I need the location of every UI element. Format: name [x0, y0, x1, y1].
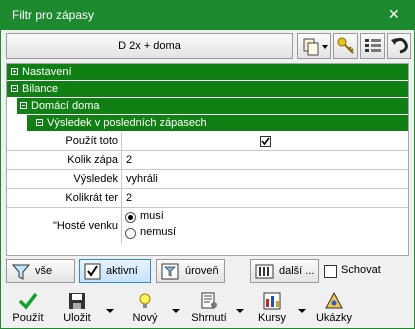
row-name: "Hosté venku: [7, 208, 122, 244]
checkmark-icon: [18, 292, 38, 310]
use-checkbox[interactable]: [260, 136, 271, 147]
save-icon: [69, 293, 85, 309]
radio-musi-label[interactable]: musí: [140, 210, 164, 222]
window-content: D 2x + doma Nastavení Bilance Domácí dom…: [1, 30, 414, 328]
new-label: Nový: [132, 312, 158, 324]
group-label: Výsledek v posledních zápasech: [47, 117, 207, 129]
list-icon: [365, 39, 381, 52]
use-label: Použít: [12, 312, 44, 324]
more-label: další ...: [279, 265, 315, 277]
radio-nemusi[interactable]: [125, 228, 136, 239]
undo-button[interactable]: [387, 33, 411, 59]
columns-icon: [255, 264, 274, 279]
checkmark-icon: [261, 137, 270, 146]
row-kolik-zapasu[interactable]: Kolik zápa 2: [7, 151, 408, 170]
all-button[interactable]: vše: [6, 259, 75, 283]
summary-button[interactable]: Shrnutí: [184, 288, 234, 328]
use-button[interactable]: Použít: [8, 288, 48, 328]
row-value[interactable]: 2: [126, 189, 132, 207]
filter-toolbar: D 2x + doma: [6, 33, 411, 61]
active-button[interactable]: aktivní: [79, 259, 151, 283]
close-icon[interactable]: ✕: [388, 7, 400, 23]
new-dropdown-icon[interactable]: [172, 309, 180, 313]
samples-button[interactable]: Ukázky: [311, 288, 357, 328]
more-button[interactable]: další ...: [250, 259, 319, 283]
checkbox-icon: [84, 263, 101, 280]
filter-tree: Nastavení Bilance Domácí doma Výsledek v…: [6, 63, 409, 256]
save-button[interactable]: Uložit: [57, 288, 97, 328]
list-button[interactable]: [360, 33, 385, 59]
odds-label: Kursy: [257, 312, 287, 324]
key-icon: [337, 37, 354, 54]
title-bar: Filtr pro zápasy ✕: [0, 0, 415, 30]
save-label: Uložit: [63, 312, 91, 324]
radio-musi[interactable]: [125, 212, 136, 223]
group-domaci-doma[interactable]: Domácí doma: [7, 98, 408, 115]
level-label: úroveň: [185, 265, 219, 277]
filter-window: Filtr pro zápasy ✕ D 2x + doma Nastavení…: [0, 0, 415, 329]
row-name: Použít toto: [7, 132, 122, 150]
group-label: Nastavení: [22, 66, 72, 78]
row-name: Kolikrát ter: [7, 189, 122, 207]
row-value[interactable]: vyhráli: [126, 170, 158, 188]
filter-select-button[interactable]: D 2x + doma: [6, 33, 293, 59]
group-label: Bilance: [22, 83, 59, 95]
all-label: vše: [35, 265, 53, 277]
samples-icon: [325, 291, 343, 309]
odds-button[interactable]: Kursy: [252, 288, 292, 328]
row-kolikrat[interactable]: Kolikrát ter 2: [7, 189, 408, 208]
row-name: Výsledek: [7, 170, 122, 188]
row-hoste-venku: "Hosté venku musí nemusí: [7, 208, 408, 244]
summary-icon: [201, 292, 217, 309]
odds-dropdown-icon[interactable]: [298, 309, 306, 313]
group-vysledek[interactable]: Výsledek v posledních zápasech: [7, 115, 408, 132]
window-title: Filtr pro zápasy: [12, 8, 95, 22]
group-bilance[interactable]: Bilance: [7, 81, 408, 98]
group-nastaveni[interactable]: Nastavení: [7, 64, 408, 81]
row-vysledek[interactable]: Výsledek vyhráli: [7, 170, 408, 189]
active-label: aktivní: [106, 265, 138, 277]
group-label: Domácí doma: [31, 100, 100, 112]
summary-dropdown-icon[interactable]: [236, 309, 244, 313]
funnel-icon: [11, 264, 31, 280]
save-dropdown-icon[interactable]: [106, 309, 114, 313]
level-button[interactable]: úroveň: [156, 259, 225, 283]
new-button[interactable]: Nový: [125, 288, 165, 328]
hide-label[interactable]: Schovat: [341, 264, 381, 276]
bar-chart-icon: [263, 292, 281, 310]
expand-icon[interactable]: [11, 68, 18, 75]
action-bar: Použít Uložit Nový Shrnutí Kursy Ukázky: [2, 288, 413, 328]
row-value[interactable]: 2: [126, 151, 132, 169]
radio-nemusi-label[interactable]: nemusí: [140, 226, 176, 238]
copy-icon: [303, 38, 328, 56]
copy-dropdown-button[interactable]: [297, 33, 331, 59]
row-pouzit: Použít toto: [7, 132, 408, 151]
lightbulb-icon: [139, 293, 151, 308]
key-button[interactable]: [333, 33, 358, 59]
view-buttons: vše aktivní úroveň další ... Schovat: [6, 259, 410, 285]
hide-checkbox[interactable]: [324, 265, 337, 278]
undo-icon: [391, 37, 408, 54]
collapse-icon[interactable]: [11, 85, 18, 92]
collapse-icon[interactable]: [20, 102, 27, 109]
filter-list-icon: [161, 263, 179, 280]
row-name: Kolik zápa: [7, 151, 122, 169]
collapse-icon[interactable]: [36, 119, 43, 126]
summary-label: Shrnutí: [191, 312, 227, 324]
samples-label: Ukázky: [315, 312, 353, 324]
